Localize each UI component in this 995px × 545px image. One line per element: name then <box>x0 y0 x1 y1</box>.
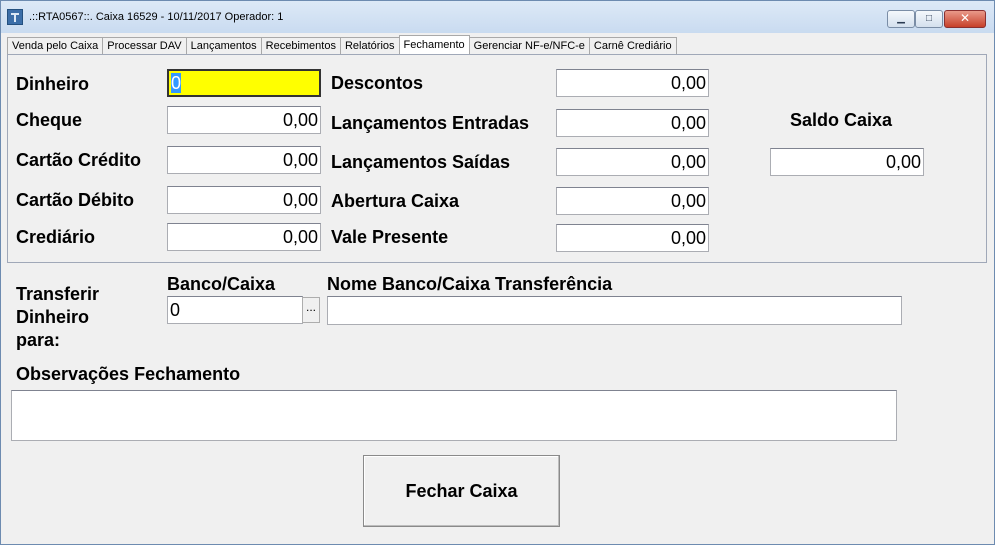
app-logo-icon <box>7 9 23 25</box>
tab-recebimentos[interactable]: Recebimentos <box>260 37 341 54</box>
tab-relatorios[interactable]: Relatórios <box>339 37 400 54</box>
banco-caixa-label: Banco/Caixa <box>167 274 276 294</box>
dinheiro-value: 0 <box>171 73 182 93</box>
lancamentos-entradas-label: Lançamentos Entradas <box>331 113 530 133</box>
banco-caixa-field[interactable]: 0 <box>167 296 303 324</box>
window-title: .::RTA0567::. Caixa 16529 - 10/11/2017 O… <box>29 11 284 23</box>
transferir-label-line2: Dinheiro <box>16 307 90 327</box>
transferir-label-line1: Transferir <box>16 284 100 304</box>
transferir-label-line3: para: <box>16 330 61 350</box>
lancamentos-saidas-field[interactable]: 0,00 <box>556 148 709 176</box>
cheque-field[interactable]: 0,00 <box>167 106 321 134</box>
close-button[interactable]: ✕ <box>944 10 986 28</box>
vale-presente-field[interactable]: 0,00 <box>556 224 709 252</box>
nome-banco-caixa-field[interactable] <box>327 296 902 325</box>
dinheiro-label: Dinheiro <box>16 74 90 94</box>
dinheiro-field[interactable]: 0 <box>167 69 321 97</box>
fechar-caixa-button[interactable]: Fechar Caixa <box>363 455 560 527</box>
maximize-button[interactable]: □ <box>915 10 943 28</box>
lancamentos-saidas-label: Lançamentos Saídas <box>331 152 511 172</box>
tab-fechamento[interactable]: Fechamento <box>398 35 470 54</box>
descontos-label: Descontos <box>331 73 424 93</box>
abertura-caixa-field[interactable]: 0,00 <box>556 187 709 215</box>
descontos-field[interactable]: 0,00 <box>556 69 709 97</box>
minimize-button[interactable]: ▁ <box>887 10 915 28</box>
cheque-label: Cheque <box>16 110 83 130</box>
tab-lancamentos[interactable]: Lançamentos <box>185 37 262 54</box>
crediario-label: Crediário <box>16 227 96 247</box>
observacoes-label: Observações Fechamento <box>16 364 241 384</box>
lancamentos-entradas-field[interactable]: 0,00 <box>556 109 709 137</box>
crediario-field[interactable]: 0,00 <box>167 223 321 251</box>
cartao-debito-label: Cartão Débito <box>16 190 135 210</box>
tab-carne-crediario[interactable]: Carnê Crediário <box>588 37 677 54</box>
saldo-caixa-field[interactable]: 0,00 <box>770 148 924 176</box>
banco-caixa-lookup-button[interactable]: ... <box>302 297 320 323</box>
observacoes-textarea[interactable] <box>11 390 897 441</box>
abertura-caixa-label: Abertura Caixa <box>331 191 460 211</box>
vale-presente-label: Vale Presente <box>331 227 449 247</box>
tab-bar: Venda pelo Caixa Processar DAV Lançament… <box>7 35 677 54</box>
saldo-caixa-label: Saldo Caixa <box>790 110 893 130</box>
tab-venda-pelo-caixa[interactable]: Venda pelo Caixa <box>7 37 104 54</box>
nome-banco-caixa-label: Nome Banco/Caixa Transferência <box>327 274 613 294</box>
tab-gerenciar-nfe[interactable]: Gerenciar NF-e/NFC-e <box>468 37 590 54</box>
cartao-debito-field[interactable]: 0,00 <box>167 186 321 214</box>
cartao-credito-field[interactable]: 0,00 <box>167 146 321 174</box>
cartao-credito-label: Cartão Crédito <box>16 150 142 170</box>
title-bar[interactable]: .::RTA0567::. Caixa 16529 - 10/11/2017 O… <box>1 1 994 33</box>
tab-processar-dav[interactable]: Processar DAV <box>102 37 187 54</box>
main-window: .::RTA0567::. Caixa 16529 - 10/11/2017 O… <box>0 0 995 545</box>
